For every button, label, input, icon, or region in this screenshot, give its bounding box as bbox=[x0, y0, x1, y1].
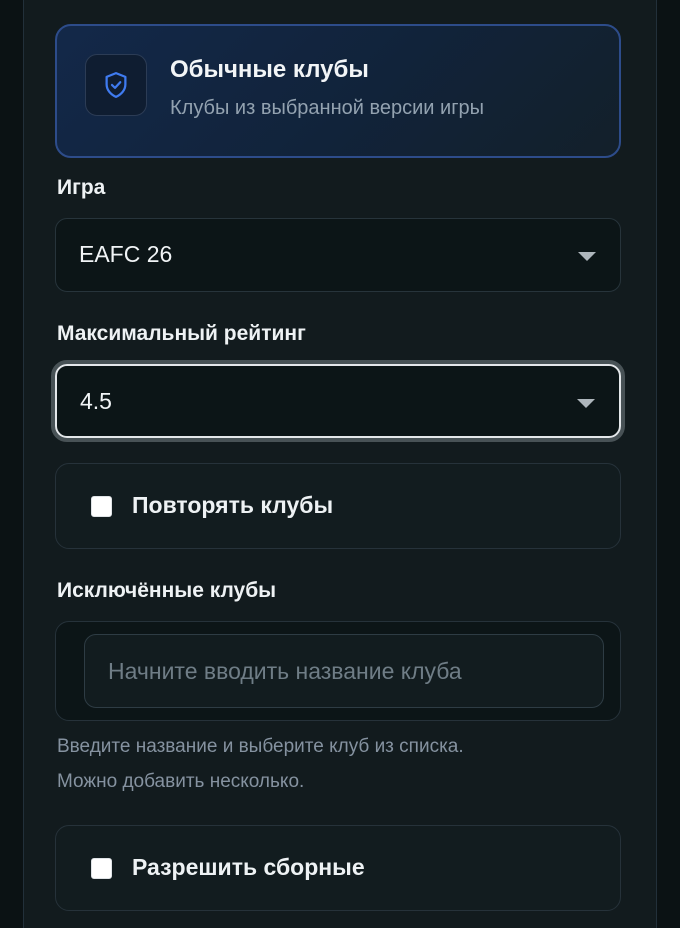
excluded-clubs-hint-line1: Введите название и выберите клуб из спис… bbox=[57, 736, 464, 757]
repeat-clubs-checkbox[interactable] bbox=[91, 496, 112, 517]
chevron-down-icon bbox=[577, 399, 595, 408]
mode-card-regular-clubs[interactable]: Обычные клубы Клубы из выбранной версии … bbox=[55, 24, 621, 158]
allow-national-teams-option[interactable]: Разрешить сборные bbox=[55, 825, 621, 911]
excluded-clubs-label: Исключённые клубы bbox=[57, 579, 277, 602]
repeat-clubs-label: Повторять клубы bbox=[132, 492, 334, 518]
repeat-clubs-option[interactable]: Повторять клубы bbox=[55, 463, 621, 549]
settings-panel: Обычные клубы Клубы из выбранной версии … bbox=[0, 0, 680, 928]
right-edge bbox=[656, 0, 680, 928]
max-rating-select-value: 4.5 bbox=[80, 388, 112, 414]
game-select[interactable]: EAFC 26 bbox=[55, 218, 621, 292]
mode-card-title: Обычные клубы bbox=[170, 56, 369, 83]
excluded-clubs-hint-line2: Можно добавить несколько. bbox=[57, 771, 305, 792]
chevron-down-icon bbox=[578, 252, 596, 261]
max-rating-label: Максимальный рейтинг bbox=[57, 322, 306, 345]
allow-national-teams-label: Разрешить сборные bbox=[132, 854, 365, 880]
mode-card-subtitle: Клубы из выбранной версии игры bbox=[170, 97, 484, 119]
left-edge bbox=[0, 0, 24, 928]
allow-national-teams-checkbox[interactable] bbox=[91, 858, 112, 879]
max-rating-select[interactable]: 4.5 bbox=[51, 360, 625, 442]
shield-check-icon bbox=[85, 54, 147, 116]
excluded-clubs-container bbox=[55, 621, 621, 721]
game-label: Игра bbox=[57, 176, 106, 199]
excluded-clubs-input[interactable] bbox=[84, 634, 604, 708]
game-select-value: EAFC 26 bbox=[79, 241, 173, 267]
